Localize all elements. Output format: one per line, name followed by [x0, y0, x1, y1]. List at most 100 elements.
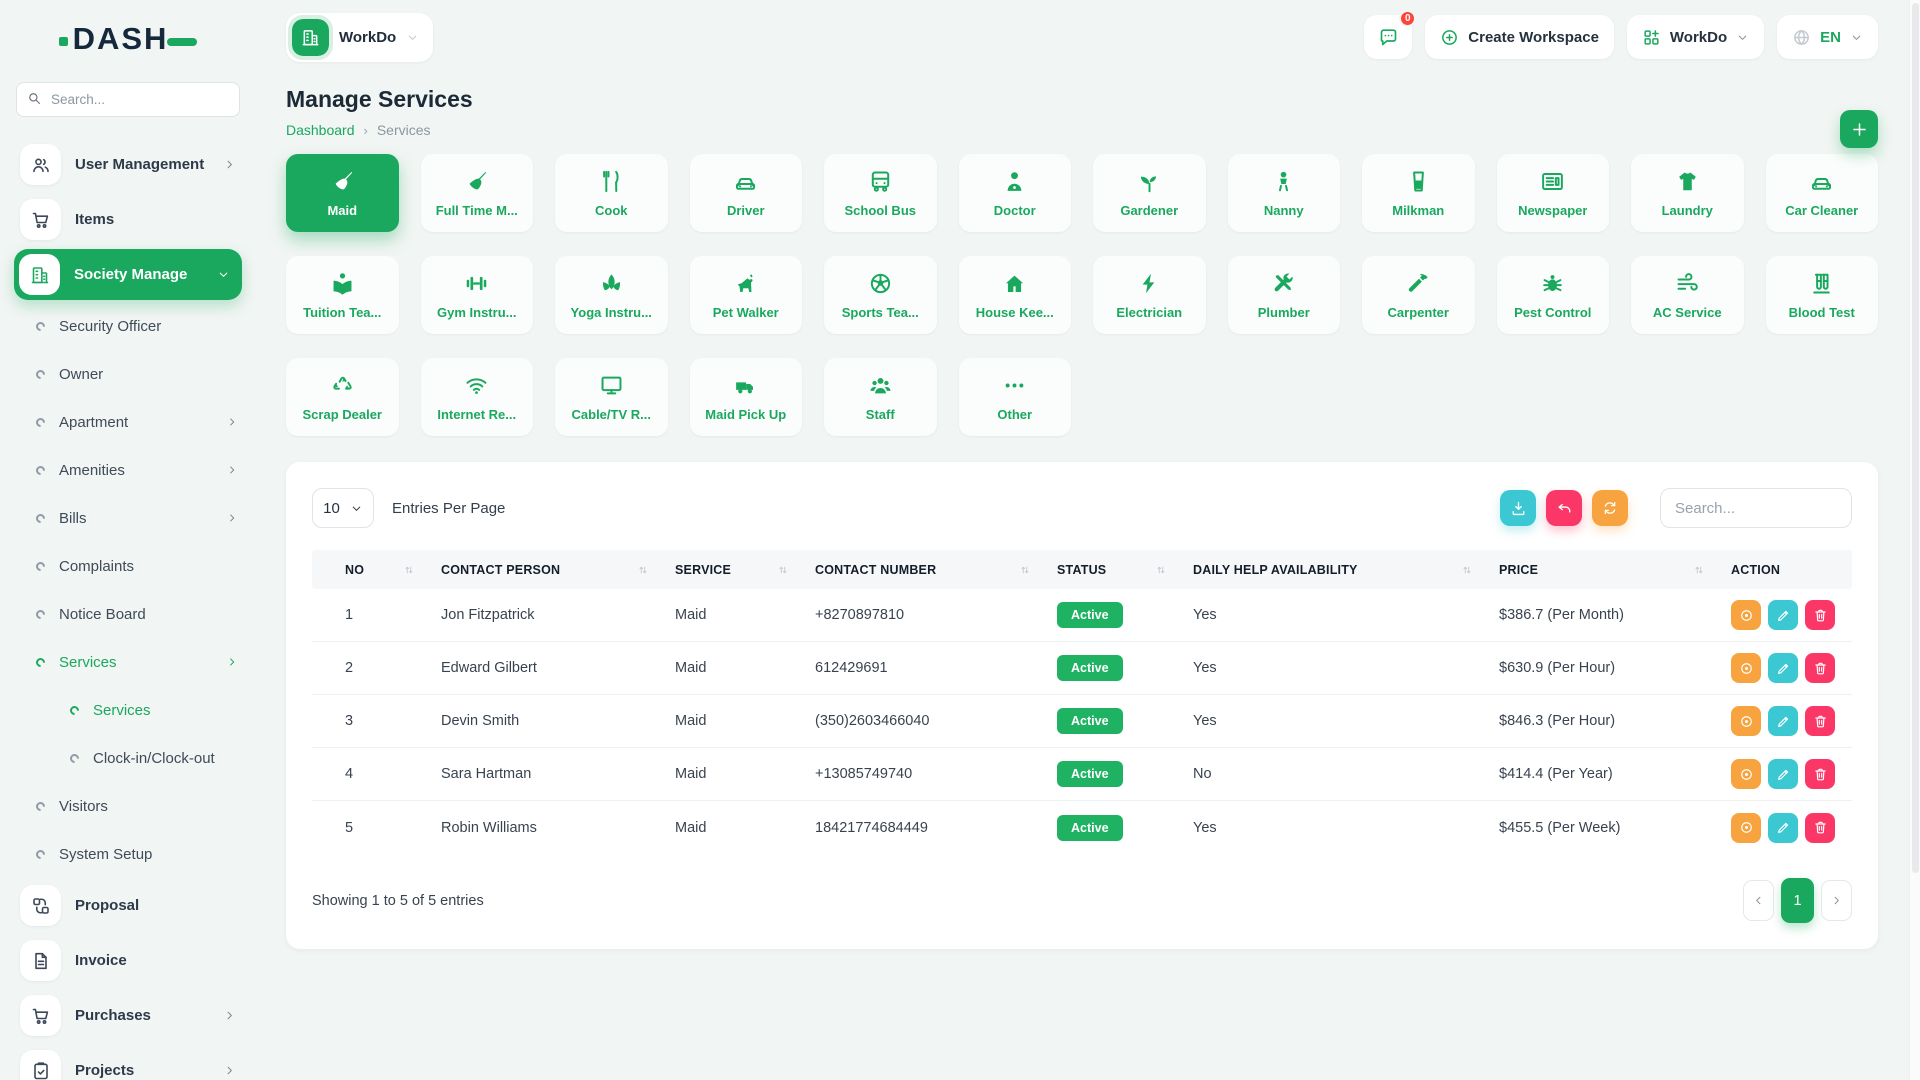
language-selector[interactable]: EN: [1777, 15, 1878, 59]
sort-icon[interactable]: [777, 564, 789, 576]
service-tile-staff[interactable]: Staff: [824, 358, 937, 436]
sidebar-item-proposal[interactable]: Proposal: [14, 878, 242, 933]
service-tile-yoga-instru[interactable]: Yoga Instru...: [555, 256, 668, 334]
service-tile-electrician[interactable]: Electrician: [1093, 256, 1206, 334]
sidebar-subitem-visitors[interactable]: Visitors: [14, 782, 242, 830]
sidebar-item-purchases[interactable]: Purchases: [14, 988, 242, 1043]
service-tile-tuition-tea[interactable]: Tuition Tea...: [286, 256, 399, 334]
service-tile-car-cleaner[interactable]: Car Cleaner: [1766, 154, 1879, 232]
column-header-price[interactable]: PRICE: [1499, 563, 1731, 577]
edit-button[interactable]: [1768, 813, 1798, 843]
service-tile-maid-pick-up[interactable]: Maid Pick Up: [690, 358, 803, 436]
sidebar-subitem-services[interactable]: Services: [14, 638, 242, 686]
column-header-daily-help-availability[interactable]: DAILY HELP AVAILABILITY: [1193, 563, 1499, 577]
column-header-status[interactable]: STATUS: [1057, 563, 1193, 577]
messages-button[interactable]: 0: [1364, 15, 1412, 59]
sidebar-subitem-apartment[interactable]: Apartment: [14, 398, 242, 446]
service-tile-maid[interactable]: Maid: [286, 154, 399, 232]
service-tile-blood-test[interactable]: Blood Test: [1766, 256, 1879, 334]
service-tile-full-time-m[interactable]: Full Time M...: [421, 154, 534, 232]
sort-icon[interactable]: [637, 564, 649, 576]
sort-icon[interactable]: [1019, 564, 1031, 576]
sidebar-subitem-services[interactable]: Services: [14, 686, 242, 734]
view-button[interactable]: [1731, 600, 1761, 630]
workspace-selector[interactable]: WorkDo: [286, 13, 433, 62]
pagination-page-1[interactable]: 1: [1781, 878, 1814, 923]
delete-button[interactable]: [1805, 653, 1835, 683]
workspace-switcher-button[interactable]: WorkDo: [1627, 15, 1764, 59]
service-tile-doctor[interactable]: Doctor: [959, 154, 1072, 232]
sort-icon[interactable]: [1461, 564, 1473, 576]
service-tile-sports-tea[interactable]: Sports Tea...: [824, 256, 937, 334]
pagination-prev-button[interactable]: [1743, 880, 1774, 921]
delete-button[interactable]: [1805, 813, 1835, 843]
circle-notch-icon: [68, 752, 81, 765]
service-tile-cable-tv-r[interactable]: Cable/TV R...: [555, 358, 668, 436]
delete-button[interactable]: [1805, 759, 1835, 789]
view-button[interactable]: [1731, 813, 1761, 843]
edit-button[interactable]: [1768, 706, 1798, 736]
sidebar-subitem-owner[interactable]: Owner: [14, 350, 242, 398]
edit-button[interactable]: [1768, 600, 1798, 630]
sort-icon[interactable]: [1693, 564, 1705, 576]
add-service-button[interactable]: [1840, 110, 1878, 148]
sidebar-subitem-security-officer[interactable]: Security Officer: [14, 302, 242, 350]
service-tile-milkman[interactable]: Milkman: [1362, 154, 1475, 232]
service-tile-internet-re[interactable]: Internet Re...: [421, 358, 534, 436]
sidebar-item-user-management[interactable]: User Management: [14, 137, 242, 192]
export-button[interactable]: [1500, 490, 1536, 526]
service-tile-gym-instru[interactable]: Gym Instru...: [421, 256, 534, 334]
sidebar-search-input[interactable]: [16, 82, 240, 117]
service-tile-laundry[interactable]: Laundry: [1631, 154, 1744, 232]
table-search-input[interactable]: [1660, 488, 1852, 528]
delete-button[interactable]: [1805, 706, 1835, 736]
service-tile-nanny[interactable]: Nanny: [1228, 154, 1341, 232]
sidebar-subitem-system-setup[interactable]: System Setup: [14, 830, 242, 878]
sort-icon[interactable]: [403, 564, 415, 576]
proposal-icon: [20, 885, 61, 926]
view-button[interactable]: [1731, 759, 1761, 789]
service-tile-pest-control[interactable]: Pest Control: [1497, 256, 1610, 334]
edit-button[interactable]: [1768, 759, 1798, 789]
pagination-next-button[interactable]: [1821, 880, 1852, 921]
service-tile-driver[interactable]: Driver: [690, 154, 803, 232]
sidebar-subitem-notice-board[interactable]: Notice Board: [14, 590, 242, 638]
reset-button[interactable]: [1546, 490, 1582, 526]
service-tile-carpenter[interactable]: Carpenter: [1362, 256, 1475, 334]
service-tile-newspaper[interactable]: Newspaper: [1497, 154, 1610, 232]
create-workspace-button[interactable]: Create Workspace: [1425, 15, 1614, 59]
service-tile-pet-walker[interactable]: Pet Walker: [690, 256, 803, 334]
sidebar-item-projects[interactable]: Projects: [14, 1043, 242, 1080]
sidebar-item-society-manage[interactable]: Society Manage: [14, 249, 242, 300]
view-button[interactable]: [1731, 706, 1761, 736]
breadcrumb-dashboard-link[interactable]: Dashboard: [286, 122, 355, 138]
scrollbar-track[interactable]: [1909, 0, 1920, 1080]
edit-button[interactable]: [1768, 653, 1798, 683]
sidebar-subitem-complaints[interactable]: Complaints: [14, 542, 242, 590]
sidebar-item-invoice[interactable]: Invoice: [14, 933, 242, 988]
service-tile-other[interactable]: Other: [959, 358, 1072, 436]
cell-daily-help: Yes: [1193, 820, 1499, 836]
service-tile-plumber[interactable]: Plumber: [1228, 256, 1341, 334]
service-tile-scrap-dealer[interactable]: Scrap Dealer: [286, 358, 399, 436]
service-tile-gardener[interactable]: Gardener: [1093, 154, 1206, 232]
sidebar-subitem-clock-in-clock-out[interactable]: Clock-in/Clock-out: [14, 734, 242, 782]
eye-icon: [1739, 820, 1754, 835]
sidebar-subitem-amenities[interactable]: Amenities: [14, 446, 242, 494]
column-header-service[interactable]: SERVICE: [675, 563, 815, 577]
service-tile-cook[interactable]: Cook: [555, 154, 668, 232]
sidebar-item-items[interactable]: Items: [14, 192, 242, 247]
reload-button[interactable]: [1592, 490, 1628, 526]
scrollbar-thumb[interactable]: [1912, 3, 1919, 873]
sidebar-subitem-bills[interactable]: Bills: [14, 494, 242, 542]
sort-icon[interactable]: [1155, 564, 1167, 576]
column-header-no[interactable]: NO: [345, 563, 441, 577]
service-tile-school-bus[interactable]: School Bus: [824, 154, 937, 232]
entries-per-page-select[interactable]: 10: [312, 488, 374, 528]
view-button[interactable]: [1731, 653, 1761, 683]
column-header-contact-person[interactable]: CONTACT PERSON: [441, 563, 675, 577]
service-tile-house-kee[interactable]: House Kee...: [959, 256, 1072, 334]
column-header-contact-number[interactable]: CONTACT NUMBER: [815, 563, 1057, 577]
delete-button[interactable]: [1805, 600, 1835, 630]
service-tile-ac-service[interactable]: AC Service: [1631, 256, 1744, 334]
